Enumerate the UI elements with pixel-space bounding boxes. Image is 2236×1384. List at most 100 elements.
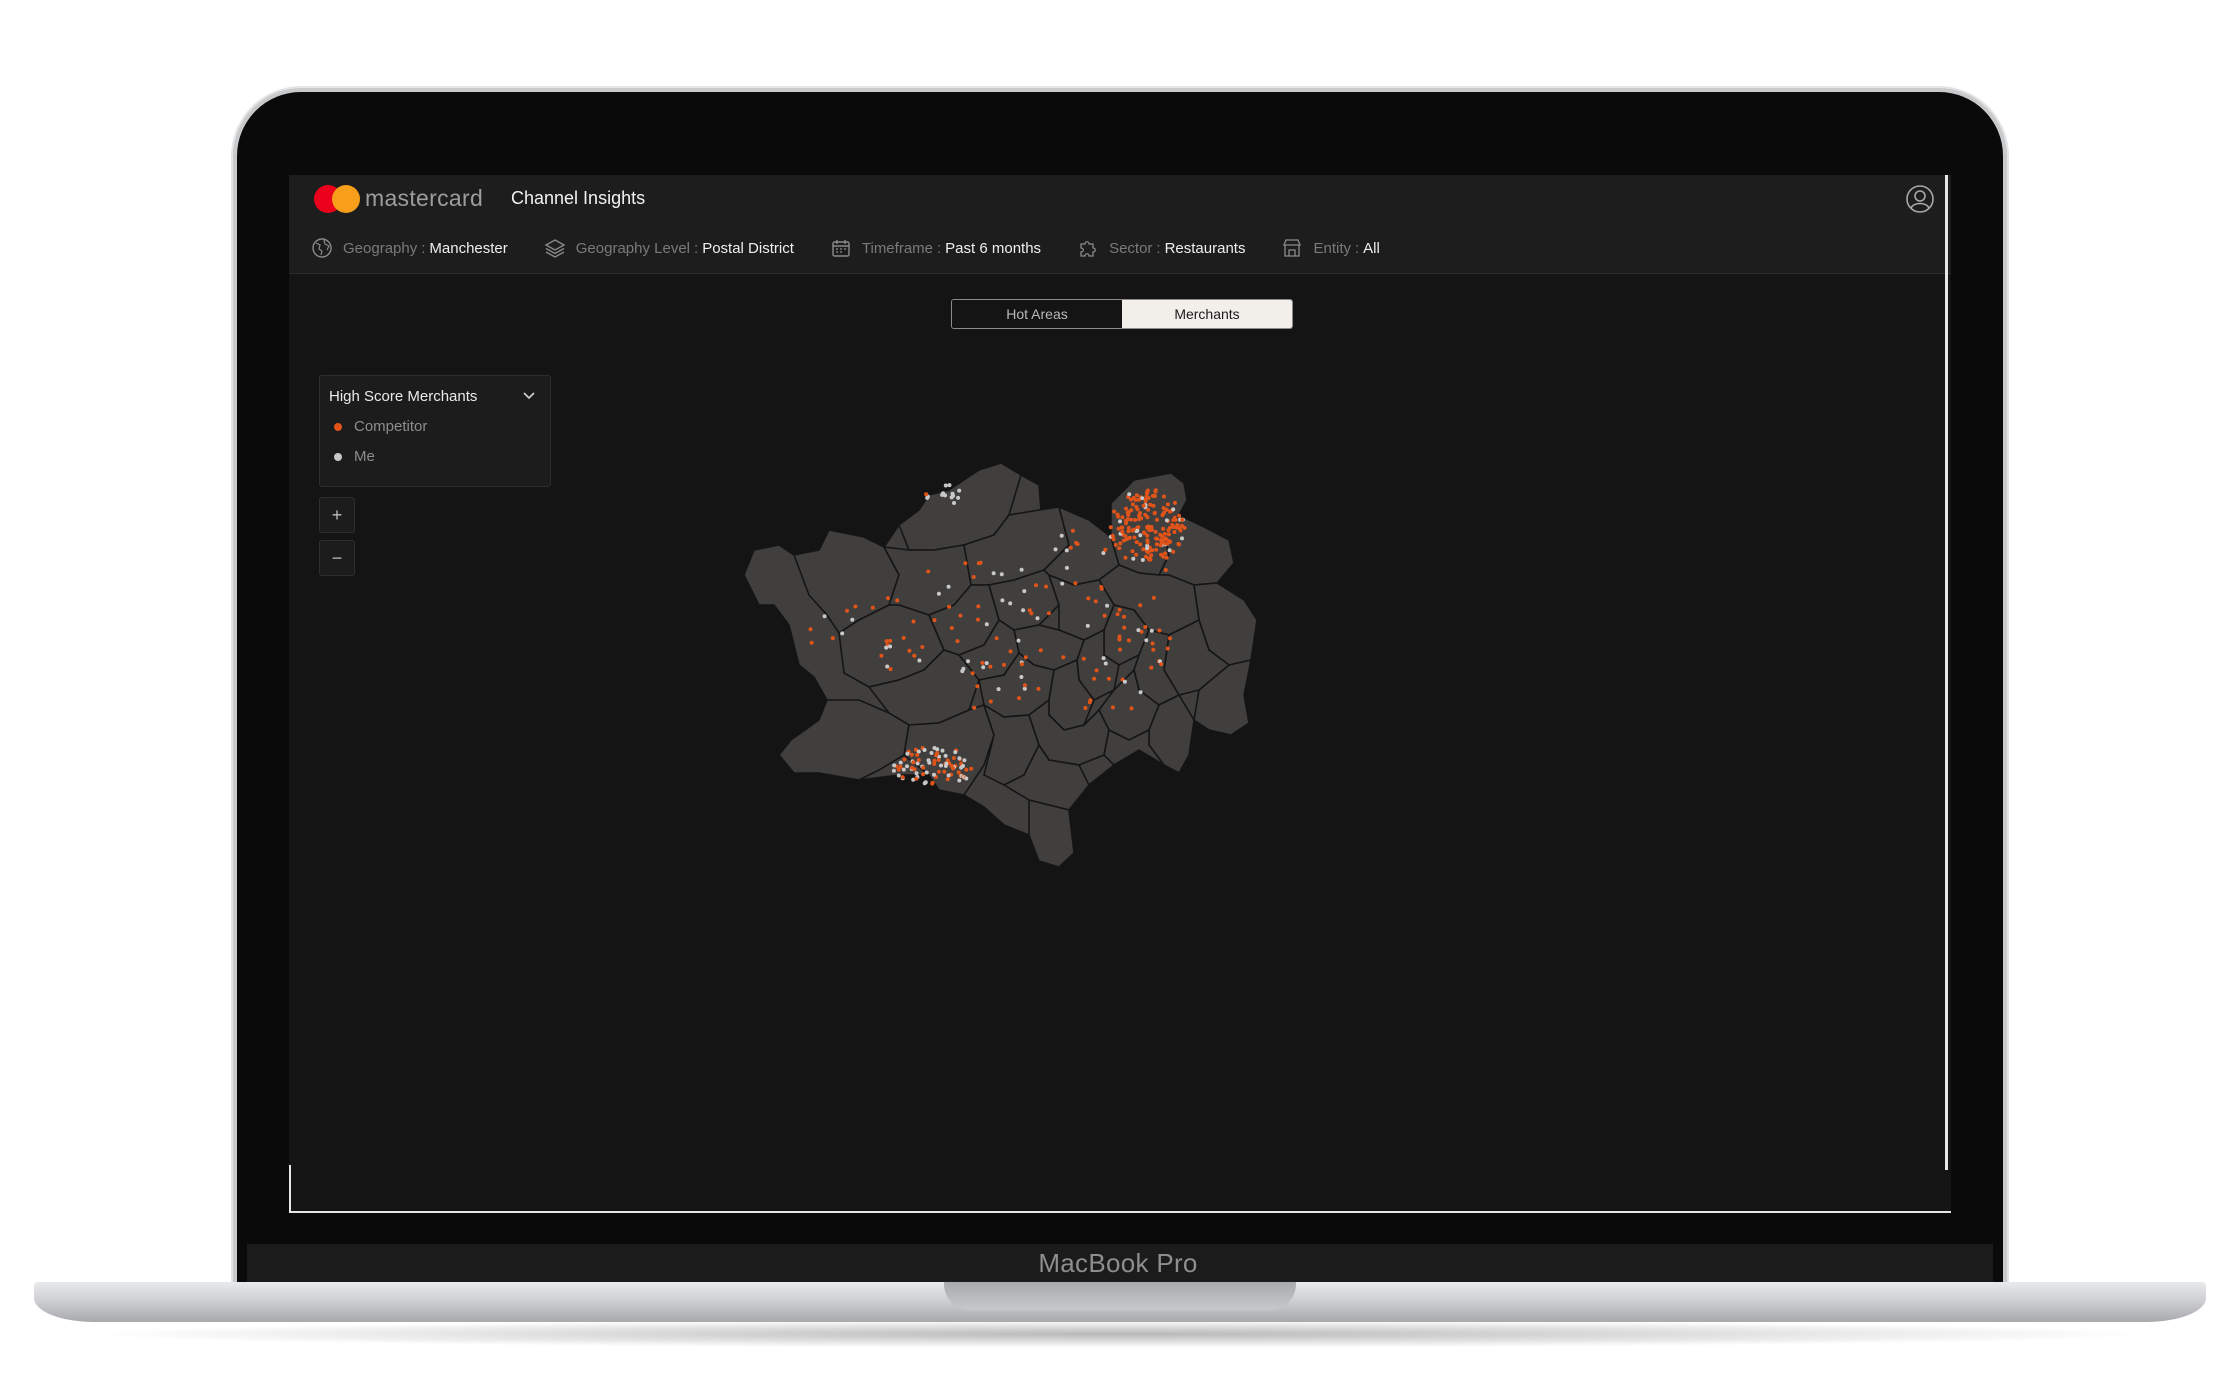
merchant-dot bbox=[891, 768, 896, 773]
merchant-dot bbox=[1145, 540, 1150, 545]
merchant-dot bbox=[959, 765, 964, 770]
merchant-dot bbox=[1167, 526, 1172, 530]
merchant-dot bbox=[1117, 634, 1122, 639]
merchant-dot bbox=[1159, 662, 1164, 667]
merchant-dot bbox=[1034, 583, 1038, 588]
merchant-dot bbox=[1117, 607, 1122, 612]
merchant-dot bbox=[1154, 547, 1159, 552]
filter-geography-level[interactable]: Geography Level : Postal District bbox=[544, 237, 794, 259]
merchant-dot bbox=[922, 748, 927, 752]
merchant-dot bbox=[1152, 510, 1157, 515]
merchant-dot bbox=[1171, 549, 1176, 554]
merchant-dot bbox=[1151, 647, 1156, 652]
merchant-dot bbox=[1110, 705, 1115, 710]
merchant-dot bbox=[1113, 542, 1118, 547]
merchant-dot bbox=[988, 664, 993, 669]
merchant-dot bbox=[947, 483, 952, 488]
merchant-dot bbox=[1130, 528, 1135, 533]
merchant-dot bbox=[1138, 603, 1143, 608]
merchant-dot bbox=[1134, 540, 1139, 545]
merchant-dot bbox=[921, 772, 926, 777]
merchant-dot bbox=[1126, 513, 1131, 517]
merchant-dot bbox=[1064, 548, 1069, 553]
chevron-down-icon[interactable] bbox=[522, 389, 536, 403]
district-map[interactable] bbox=[739, 455, 1399, 1035]
merchant-dot bbox=[1118, 647, 1122, 652]
merchant-dot bbox=[1118, 541, 1123, 546]
merchant-dot bbox=[1088, 698, 1093, 703]
merchant-dot bbox=[1134, 505, 1139, 509]
filter-sector[interactable]: Sector : Restaurants bbox=[1077, 237, 1245, 259]
scrollbar[interactable] bbox=[1945, 175, 1948, 1170]
merchant-dot bbox=[936, 591, 941, 596]
merchant-dot bbox=[1166, 532, 1171, 537]
merchant-dot bbox=[1101, 656, 1106, 661]
merchant-dot bbox=[1172, 515, 1177, 520]
merchant-dot bbox=[1059, 533, 1064, 538]
legend-panel[interactable]: High Score Merchants Competitor Me bbox=[319, 375, 551, 487]
merchant-dot bbox=[1120, 529, 1125, 534]
merchant-dot bbox=[1143, 625, 1148, 629]
merchant-dot bbox=[888, 667, 893, 672]
merchant-dot bbox=[1094, 668, 1099, 673]
merchant-dot bbox=[1129, 706, 1134, 711]
merchant-dot bbox=[978, 560, 983, 565]
tab-merchants[interactable]: Merchants bbox=[1122, 300, 1292, 328]
merchant-dot bbox=[1022, 683, 1027, 688]
merchant-dot bbox=[972, 705, 977, 710]
merchant-dot bbox=[1138, 542, 1143, 547]
filter-label: Timeframe bbox=[861, 239, 933, 257]
merchant-dot bbox=[1153, 488, 1158, 493]
filter-entity[interactable]: Entity : All bbox=[1281, 237, 1380, 259]
merchant-dot bbox=[830, 636, 835, 641]
merchant-dot bbox=[1146, 524, 1151, 529]
merchant-dot bbox=[808, 627, 813, 632]
merchant-dot bbox=[1103, 547, 1108, 552]
merchant-dot bbox=[994, 636, 999, 641]
merchant-dot bbox=[1108, 525, 1113, 530]
zoom-in-button[interactable]: + bbox=[319, 497, 355, 533]
tab-hot-areas[interactable]: Hot Areas bbox=[952, 300, 1122, 328]
merchant-dot bbox=[1145, 490, 1149, 495]
merchant-dot bbox=[898, 760, 903, 765]
merchant-dot bbox=[1124, 506, 1128, 511]
merchant-dot bbox=[1177, 513, 1182, 518]
merchant-dot bbox=[944, 761, 949, 766]
legend-title: High Score Merchants bbox=[329, 388, 478, 405]
merchant-dot bbox=[1075, 542, 1080, 546]
merchant-dot bbox=[1021, 608, 1026, 613]
merchant-dot bbox=[1147, 557, 1151, 562]
puzzle-icon bbox=[1080, 241, 1096, 257]
filter-geography[interactable]: Geography : Manchester bbox=[311, 237, 508, 259]
zoom-out-button[interactable]: − bbox=[319, 540, 355, 576]
screen-left-border bbox=[289, 1165, 291, 1213]
merchant-dot bbox=[1130, 549, 1135, 554]
merchant-dot bbox=[999, 572, 1004, 577]
merchant-dot bbox=[853, 604, 858, 609]
merchant-dot bbox=[1134, 552, 1139, 557]
merchant-dot bbox=[1124, 537, 1129, 542]
legend-item-me: Me bbox=[334, 448, 375, 465]
filter-value: Manchester bbox=[429, 239, 508, 257]
merchant-dot bbox=[1118, 519, 1122, 524]
merchant-dot bbox=[1110, 533, 1115, 538]
user-account-icon[interactable] bbox=[1905, 184, 1935, 214]
merchant-dot bbox=[970, 671, 975, 676]
merchant-dot bbox=[984, 622, 989, 627]
merchant-dot bbox=[1044, 584, 1049, 589]
merchant-dot bbox=[996, 687, 1001, 692]
merchant-dot bbox=[1140, 558, 1145, 562]
merchant-dot bbox=[1173, 500, 1177, 505]
merchant-dot bbox=[936, 769, 941, 774]
merchant-dot bbox=[976, 604, 981, 609]
filter-timeframe[interactable]: Timeframe : Past 6 months bbox=[830, 237, 1041, 259]
merchant-dot bbox=[1149, 628, 1154, 633]
merchant-dot bbox=[1125, 517, 1130, 522]
filter-value: Restaurants bbox=[1164, 239, 1246, 257]
merchant-dot bbox=[1167, 539, 1172, 544]
merchant-dot bbox=[1162, 510, 1166, 515]
laptop-notch bbox=[944, 1282, 1296, 1310]
merchant-dot bbox=[886, 596, 890, 601]
merchant-dot bbox=[921, 765, 926, 770]
merchant-dot bbox=[1178, 528, 1183, 533]
